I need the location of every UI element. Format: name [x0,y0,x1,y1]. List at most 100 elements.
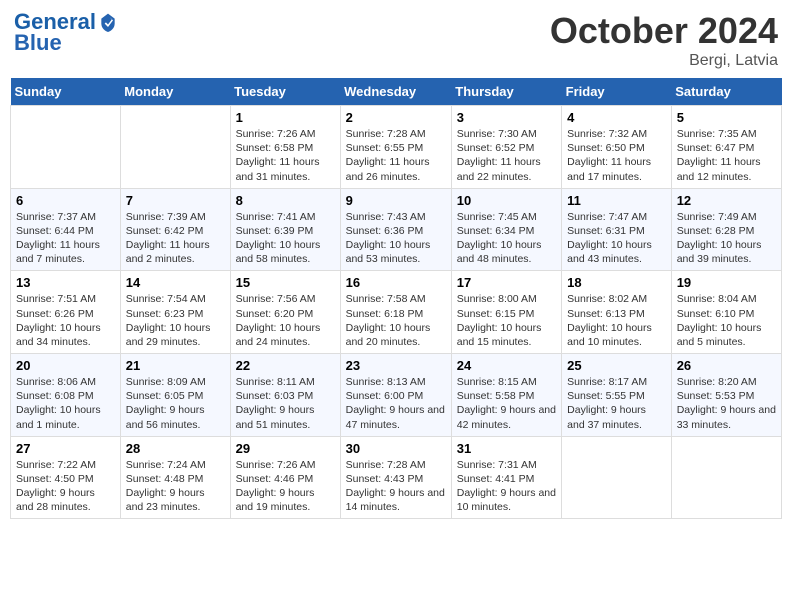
calendar-cell: 20 Sunrise: 8:06 AMSunset: 6:08 PMDayligh… [11,354,121,437]
calendar-cell [120,106,230,189]
day-info: Sunrise: 7:28 AMSunset: 4:43 PMDaylight:… [346,458,446,515]
day-number: 20 [16,358,115,373]
day-number: 18 [567,275,666,290]
day-info: Sunrise: 7:35 AMSunset: 6:47 PMDaylight:… [677,127,776,184]
day-number: 6 [16,193,115,208]
calendar-cell: 2 Sunrise: 7:28 AMSunset: 6:55 PMDaylight… [340,106,451,189]
day-number: 3 [457,110,556,125]
day-info: Sunrise: 8:11 AMSunset: 6:03 PMDaylight:… [236,375,335,432]
calendar-cell: 12Sunrise: 7:49 AMSunset: 6:28 PMDayligh… [671,188,781,271]
calendar-table: SundayMondayTuesdayWednesdayThursdayFrid… [10,78,782,519]
weekday-header-monday: Monday [120,78,230,106]
day-number: 9 [346,193,446,208]
day-info: Sunrise: 8:06 AMSunset: 6:08 PMDaylight:… [16,375,115,432]
day-number: 2 [346,110,446,125]
weekday-header-thursday: Thursday [451,78,561,106]
weekday-header-saturday: Saturday [671,78,781,106]
calendar-cell: 24Sunrise: 8:15 AMSunset: 5:58 PMDayligh… [451,354,561,437]
calendar-cell: 11Sunrise: 7:47 AMSunset: 6:31 PMDayligh… [562,188,672,271]
day-info: Sunrise: 8:20 AMSunset: 5:53 PMDaylight:… [677,375,776,432]
day-info: Sunrise: 7:30 AMSunset: 6:52 PMDaylight:… [457,127,556,184]
page-header: General Blue October 2024 Bergi, Latvia [10,10,782,70]
day-info: Sunrise: 8:15 AMSunset: 5:58 PMDaylight:… [457,375,556,432]
day-info: Sunrise: 7:39 AMSunset: 6:42 PMDaylight:… [126,210,225,267]
calendar-cell: 3 Sunrise: 7:30 AMSunset: 6:52 PMDaylight… [451,106,561,189]
calendar-cell: 25Sunrise: 8:17 AMSunset: 5:55 PMDayligh… [562,354,672,437]
day-number: 26 [677,358,776,373]
day-number: 31 [457,441,556,456]
day-number: 19 [677,275,776,290]
week-row-1: 1Sunrise: 7:26 AMSunset: 6:58 PMDaylight… [11,106,782,189]
week-row-4: 20 Sunrise: 8:06 AMSunset: 6:08 PMDayligh… [11,354,782,437]
day-info: Sunrise: 7:56 AMSunset: 6:20 PMDaylight:… [236,292,335,349]
day-number: 8 [236,193,335,208]
day-number: 16 [346,275,446,290]
calendar-cell [562,436,672,519]
logo-icon [98,12,118,32]
calendar-cell: 27Sunrise: 7:22 AMSunset: 4:50 PMDayligh… [11,436,121,519]
calendar-cell: 17 Sunrise: 8:00 AMSunset: 6:15 PMDayligh… [451,271,561,354]
calendar-cell: 7 Sunrise: 7:39 AMSunset: 6:42 PMDaylight… [120,188,230,271]
day-info: Sunrise: 7:54 AMSunset: 6:23 PMDaylight:… [126,292,225,349]
day-info: Sunrise: 7:37 AMSunset: 6:44 PMDaylight:… [16,210,115,267]
calendar-cell: 30 Sunrise: 7:28 AMSunset: 4:43 PMDayligh… [340,436,451,519]
day-number: 30 [346,441,446,456]
calendar-cell: 1Sunrise: 7:26 AMSunset: 6:58 PMDaylight… [230,106,340,189]
location: Bergi, Latvia [550,52,778,70]
weekday-header-friday: Friday [562,78,672,106]
calendar-cell: 13 Sunrise: 7:51 AMSunset: 6:26 PMDayligh… [11,271,121,354]
weekday-header-wednesday: Wednesday [340,78,451,106]
day-info: Sunrise: 7:51 AMSunset: 6:26 PMDaylight:… [16,292,115,349]
calendar-cell [11,106,121,189]
day-number: 13 [16,275,115,290]
day-info: Sunrise: 7:24 AMSunset: 4:48 PMDaylight:… [126,458,225,515]
day-info: Sunrise: 7:32 AMSunset: 6:50 PMDaylight:… [567,127,666,184]
day-number: 21 [126,358,225,373]
calendar-cell [671,436,781,519]
day-info: Sunrise: 7:47 AMSunset: 6:31 PMDaylight:… [567,210,666,267]
weekday-header-row: SundayMondayTuesdayWednesdayThursdayFrid… [11,78,782,106]
day-info: Sunrise: 8:13 AMSunset: 6:00 PMDaylight:… [346,375,446,432]
day-number: 22 [236,358,335,373]
day-info: Sunrise: 7:28 AMSunset: 6:55 PMDaylight:… [346,127,446,184]
calendar-cell: 26 Sunrise: 8:20 AMSunset: 5:53 PMDayligh… [671,354,781,437]
calendar-cell: 31 Sunrise: 7:31 AMSunset: 4:41 PMDayligh… [451,436,561,519]
day-info: Sunrise: 8:09 AMSunset: 6:05 PMDaylight:… [126,375,225,432]
day-number: 7 [126,193,225,208]
calendar-cell: 14 Sunrise: 7:54 AMSunset: 6:23 PMDayligh… [120,271,230,354]
week-row-2: 6 Sunrise: 7:37 AMSunset: 6:44 PMDaylight… [11,188,782,271]
day-number: 28 [126,441,225,456]
day-info: Sunrise: 8:00 AMSunset: 6:15 PMDaylight:… [457,292,556,349]
day-number: 14 [126,275,225,290]
calendar-cell: 29 Sunrise: 7:26 AMSunset: 4:46 PMDayligh… [230,436,340,519]
day-info: Sunrise: 7:45 AMSunset: 6:34 PMDaylight:… [457,210,556,267]
title-area: October 2024 Bergi, Latvia [550,10,778,70]
day-number: 25 [567,358,666,373]
calendar-cell: 16Sunrise: 7:58 AMSunset: 6:18 PMDayligh… [340,271,451,354]
day-info: Sunrise: 7:26 AMSunset: 4:46 PMDaylight:… [236,458,335,515]
weekday-header-tuesday: Tuesday [230,78,340,106]
calendar-cell: 4 Sunrise: 7:32 AMSunset: 6:50 PMDaylight… [562,106,672,189]
calendar-cell: 9 Sunrise: 7:43 AMSunset: 6:36 PMDaylight… [340,188,451,271]
day-number: 5 [677,110,776,125]
month-title: October 2024 [550,10,778,52]
calendar-cell: 6 Sunrise: 7:37 AMSunset: 6:44 PMDaylight… [11,188,121,271]
logo: General Blue [14,10,118,56]
week-row-5: 27Sunrise: 7:22 AMSunset: 4:50 PMDayligh… [11,436,782,519]
day-number: 29 [236,441,335,456]
week-row-3: 13 Sunrise: 7:51 AMSunset: 6:26 PMDayligh… [11,271,782,354]
day-info: Sunrise: 7:43 AMSunset: 6:36 PMDaylight:… [346,210,446,267]
calendar-cell: 19 Sunrise: 8:04 AMSunset: 6:10 PMDayligh… [671,271,781,354]
day-number: 17 [457,275,556,290]
day-info: Sunrise: 8:04 AMSunset: 6:10 PMDaylight:… [677,292,776,349]
day-info: Sunrise: 7:31 AMSunset: 4:41 PMDaylight:… [457,458,556,515]
day-number: 4 [567,110,666,125]
calendar-cell: 15Sunrise: 7:56 AMSunset: 6:20 PMDayligh… [230,271,340,354]
day-info: Sunrise: 7:22 AMSunset: 4:50 PMDaylight:… [16,458,115,515]
day-number: 23 [346,358,446,373]
day-number: 12 [677,193,776,208]
calendar-cell: 23 Sunrise: 8:13 AMSunset: 6:00 PMDayligh… [340,354,451,437]
day-info: Sunrise: 7:41 AMSunset: 6:39 PMDaylight:… [236,210,335,267]
calendar-cell: 21 Sunrise: 8:09 AMSunset: 6:05 PMDayligh… [120,354,230,437]
calendar-cell: 8 Sunrise: 7:41 AMSunset: 6:39 PMDaylight… [230,188,340,271]
